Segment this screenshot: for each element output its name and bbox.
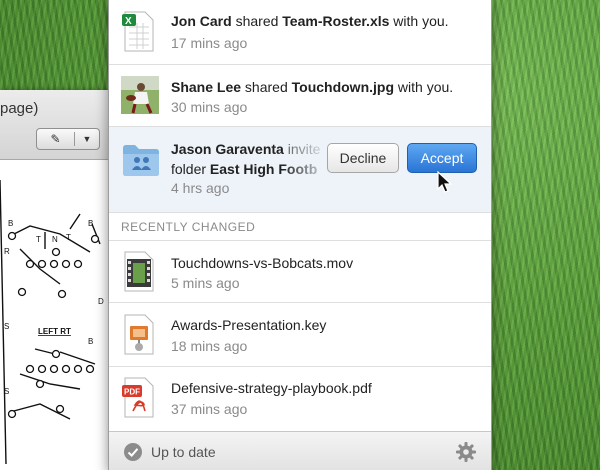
playbook-letter: N: [52, 235, 58, 244]
gear-icon[interactable]: [455, 441, 477, 463]
invite-message: Jason Garaventa invite folder East High …: [171, 139, 331, 179]
playbook-play-label: LEFT RT: [38, 327, 71, 336]
recent-file-item[interactable]: Awards-Presentation.key 18 mins ago: [109, 303, 491, 367]
background-document-window: page) ✎ ▼ B T N T B R S D S B LEFT RT: [0, 90, 112, 470]
photo-thumbnail: [121, 76, 159, 114]
checkmark-icon: [124, 443, 142, 461]
spreadsheet-file-icon: X: [122, 11, 154, 52]
recent-file-time: 18 mins ago: [171, 338, 248, 354]
playbook-letter: B: [88, 337, 93, 346]
svg-text:PDF: PDF: [124, 388, 140, 397]
invite-prefix: folder: [171, 161, 207, 177]
recent-file-item[interactable]: PDF Defensive-strategy-playbook.pdf 37 m…: [109, 367, 491, 431]
chevron-down-icon: ▼: [82, 134, 92, 144]
invite-user: Jason Garaventa: [171, 141, 284, 157]
shared-folder-icon: [123, 145, 159, 176]
notification-user: Shane Lee: [171, 79, 242, 95]
recent-file-time: 5 mins ago: [171, 275, 240, 291]
playbook-letter: S: [4, 322, 9, 331]
notification-suffix: with you.: [397, 79, 454, 95]
panel-footer: Up to date: [109, 431, 491, 470]
notification-message: Shane Lee shared Touchdown.jpg with you.: [171, 79, 453, 95]
playbook-letter: T: [66, 233, 71, 242]
notification-time: 30 mins ago: [171, 99, 248, 115]
playbook-letter: S: [4, 387, 9, 396]
notification-item[interactable]: Shane Lee shared Touchdown.jpg with you.…: [109, 65, 491, 127]
recent-file-time: 37 mins ago: [171, 401, 248, 417]
playbook-diagram: B T N T B R S D S B LEFT RT: [0, 179, 104, 465]
playbook-letter: T: [36, 235, 41, 244]
notification-file: Touchdown.jpg: [291, 79, 395, 95]
playbook-letter: D: [98, 297, 104, 306]
notification-user: Jon Card: [171, 13, 232, 29]
recently-changed-header: RECENTLY CHANGED: [109, 213, 491, 241]
keynote-file-icon: [124, 314, 154, 355]
annotate-tool-button[interactable]: ✎ ▼: [36, 128, 100, 150]
section-title: RECENTLY CHANGED: [121, 220, 256, 234]
notification-message: Jon Card shared Team-Roster.xls with you…: [171, 13, 449, 29]
highlighter-icon: ✎: [37, 132, 75, 146]
invite-folder-name: East High Footb: [209, 161, 318, 177]
notification-time: 17 mins ago: [171, 35, 248, 51]
notification-suffix: with you.: [393, 13, 449, 29]
sync-status-text: Up to date: [151, 444, 216, 460]
invite-action: invite: [287, 141, 321, 157]
pdf-file-icon: PDF: [122, 377, 154, 418]
folder-invite-item: Jason Garaventa invite folder East High …: [109, 127, 491, 213]
playbook-letter: B: [88, 219, 93, 228]
notification-action: shared: [235, 13, 279, 29]
movie-file-icon: [124, 251, 154, 292]
decline-button[interactable]: Decline: [327, 143, 399, 173]
recent-file-name: Defensive-strategy-playbook.pdf: [171, 380, 372, 396]
notification-file: Team-Roster.xls: [282, 13, 390, 29]
recent-file-item[interactable]: Touchdowns-vs-Bobcats.mov 5 mins ago: [109, 241, 491, 303]
invite-time: 4 hrs ago: [171, 180, 230, 196]
playbook-letter: R: [4, 247, 10, 256]
recent-file-name: Awards-Presentation.key: [171, 317, 327, 333]
recent-file-name: Touchdowns-vs-Bobcats.mov: [171, 255, 354, 271]
background-window-titlebar: page) ✎ ▼: [0, 90, 112, 160]
mouse-cursor-icon: [437, 171, 453, 193]
notifications-panel: X Jon Card shared Team-Roster.xls with y…: [108, 0, 492, 470]
notification-action: shared: [244, 79, 288, 95]
background-window-title: page): [0, 100, 39, 117]
notification-item[interactable]: X Jon Card shared Team-Roster.xls with y…: [109, 0, 491, 65]
svg-text:X: X: [125, 16, 132, 27]
accept-button[interactable]: Accept: [407, 143, 477, 173]
playbook-letter: B: [8, 219, 13, 228]
